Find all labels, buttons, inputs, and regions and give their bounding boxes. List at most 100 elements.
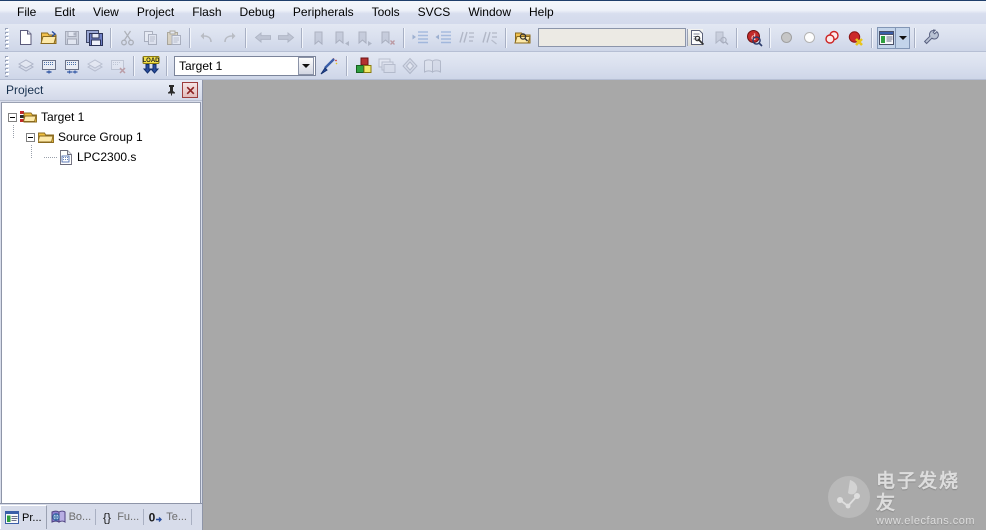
new-file-button[interactable] (14, 27, 37, 49)
target-options-button[interactable] (316, 55, 342, 77)
toolbar-separator (346, 55, 348, 76)
build-target-button[interactable] (37, 55, 60, 77)
manage-components-button[interactable] (352, 55, 375, 77)
template-icon: 0 (148, 510, 163, 524)
close-panel-button[interactable] (182, 82, 198, 98)
indent-right-button[interactable] (409, 27, 432, 49)
toolbar-separator (769, 27, 771, 48)
menu-svcs[interactable]: SVCS (409, 2, 460, 23)
save-button[interactable] (60, 27, 83, 49)
bookmark-prev-button[interactable] (330, 27, 353, 49)
project-tree[interactable]: Target 1 Source Group 1 LPC2300.s (1, 102, 201, 530)
incremental-find-button[interactable] (709, 27, 732, 49)
indent-left-button[interactable] (432, 27, 455, 49)
menu-window[interactable]: Window (459, 2, 520, 23)
tab-functions[interactable]: {} Fu... (96, 505, 143, 529)
menu-edit[interactable]: Edit (45, 2, 84, 23)
multi-project-button[interactable] (375, 55, 398, 77)
tree-connector (44, 156, 58, 158)
books-button[interactable] (421, 55, 444, 77)
download-to-flash-button[interactable]: LOAD (139, 55, 162, 77)
navigate-back-button[interactable] (251, 27, 274, 49)
paste-button[interactable] (162, 27, 185, 49)
redo-button[interactable] (218, 27, 241, 49)
toolbar-separator (403, 27, 405, 48)
toolbar-separator (133, 55, 135, 76)
rebuild-all-button[interactable] (60, 55, 83, 77)
insert-remove-breakpoint-button[interactable] (775, 27, 798, 49)
svg-text:0: 0 (149, 511, 156, 525)
build-toolbar: LOAD Target 1 (0, 52, 986, 80)
find-next-button[interactable] (686, 27, 709, 49)
toolbar-separator (301, 27, 303, 48)
target-icon (20, 110, 37, 124)
project-panel-title: Project (6, 83, 44, 97)
tree-item-target[interactable]: Target 1 (2, 107, 200, 127)
toolbar-gripper[interactable] (3, 54, 12, 77)
application-window: File Edit View Project Flash Debug Perip… (0, 0, 986, 530)
auto-hide-pin-icon[interactable] (163, 82, 179, 98)
tab-templates[interactable]: 0 Te... (144, 505, 191, 529)
stop-build-button[interactable] (106, 55, 129, 77)
tree-expander-icon[interactable] (8, 112, 17, 122)
bookmark-clear-button[interactable] (376, 27, 399, 49)
menu-debug[interactable]: Debug (231, 2, 284, 23)
toolbar-separator (189, 27, 191, 48)
open-file-button[interactable] (37, 27, 60, 49)
navigate-forward-button[interactable] (274, 27, 297, 49)
find-combo[interactable] (538, 28, 703, 47)
menu-project[interactable]: Project (128, 2, 183, 23)
project-window-icon (5, 511, 19, 524)
cut-button[interactable] (116, 27, 139, 49)
undo-button[interactable] (195, 27, 218, 49)
target-select[interactable]: Target 1 (174, 55, 316, 76)
toolbar-separator (736, 27, 738, 48)
tab-divider (191, 509, 192, 525)
target-select-dropdown-arrow[interactable] (298, 56, 314, 75)
tab-label: Pr... (22, 511, 42, 524)
save-all-button[interactable] (83, 27, 106, 49)
menu-flash[interactable]: Flash (183, 2, 230, 23)
tab-books[interactable]: Bo... (47, 505, 96, 529)
tree-item-label: Source Group 1 (58, 130, 143, 144)
toolbar-separator (110, 27, 112, 48)
menu-peripherals[interactable]: Peripherals (284, 2, 363, 23)
find-in-files-button[interactable] (511, 27, 534, 49)
tree-item-source-group[interactable]: Source Group 1 (2, 127, 200, 147)
editor-workspace[interactable] (202, 80, 986, 530)
configuration-button[interactable] (920, 27, 943, 49)
tree-item-file[interactable]: LPC2300.s (2, 147, 200, 167)
batch-build-button[interactable] (83, 55, 106, 77)
menu-view[interactable]: View (84, 2, 128, 23)
tab-project[interactable]: Pr... (0, 505, 47, 529)
tab-label: Bo... (68, 511, 92, 523)
find-input[interactable] (539, 29, 687, 46)
toolbar-gripper[interactable] (3, 26, 12, 49)
menu-file[interactable]: File (8, 2, 45, 23)
copy-button[interactable] (139, 27, 162, 49)
tree-item-label: LPC2300.s (77, 150, 137, 164)
enable-disable-breakpoint-button[interactable] (798, 27, 821, 49)
toolbar-separator (505, 27, 507, 48)
source-browser-button[interactable] (398, 55, 421, 77)
comment-selection-button[interactable] (455, 27, 478, 49)
project-panel-title-bar: Project (0, 80, 202, 101)
tree-expander-icon[interactable] (26, 132, 35, 142)
manage-windows-button[interactable] (877, 26, 896, 49)
toolbar-separator (245, 27, 247, 48)
menu-help[interactable]: Help (520, 2, 563, 23)
manage-windows-dropdown[interactable] (896, 26, 910, 49)
menu-tools[interactable]: Tools (363, 2, 409, 23)
project-panel: Project Target 1 Source Group 1 LPC2300.… (0, 80, 202, 530)
folder-icon (38, 131, 54, 144)
bookmark-next-button[interactable] (353, 27, 376, 49)
target-select-value: Target 1 (179, 58, 223, 73)
start-stop-debug-button[interactable]: d (742, 27, 765, 49)
uncomment-selection-button[interactable] (478, 27, 501, 49)
toolbar-separator (871, 27, 873, 48)
disable-all-breakpoints-button[interactable] (821, 27, 844, 49)
assembly-file-icon (59, 149, 73, 165)
bookmark-toggle-button[interactable] (307, 27, 330, 49)
translate-file-button[interactable] (14, 55, 37, 77)
kill-all-breakpoints-button[interactable] (844, 27, 867, 49)
